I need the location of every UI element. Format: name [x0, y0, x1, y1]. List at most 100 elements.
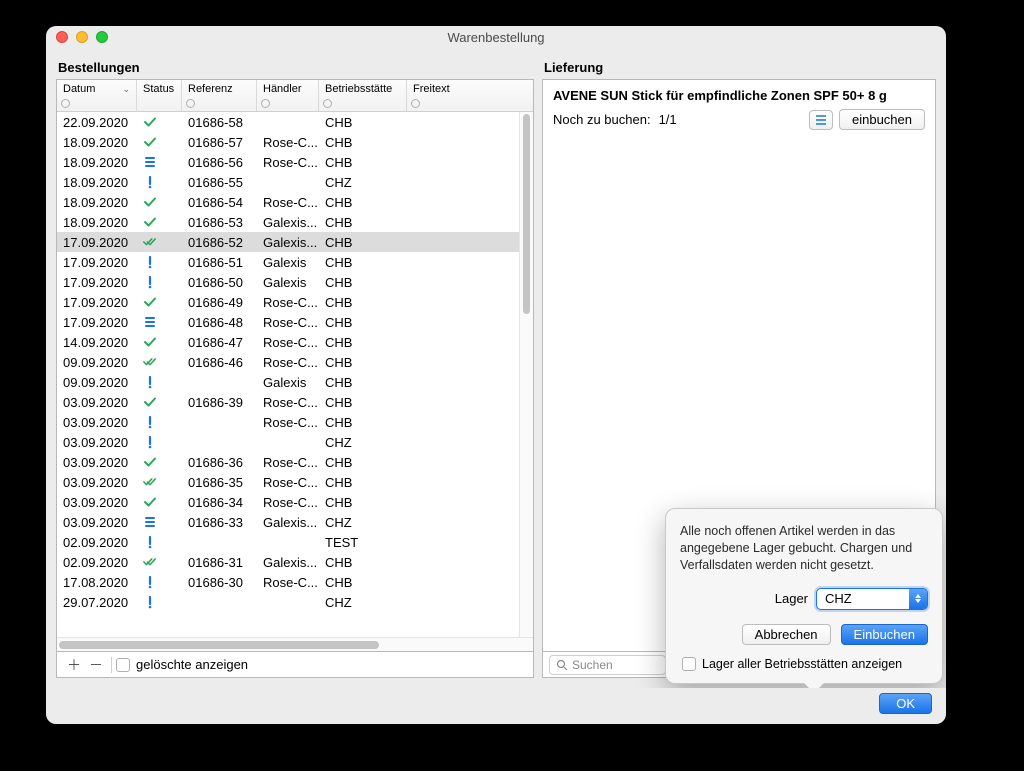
table-row[interactable]: 03.09.202001686-36Rose-C...CHB: [57, 452, 519, 472]
table-row[interactable]: 17.09.202001686-49Rose-C...CHB: [57, 292, 519, 312]
col-header-referenz[interactable]: Referenz: [182, 80, 257, 111]
status-icon: [137, 492, 182, 512]
article-title: AVENE SUN Stick für empfindliche Zonen S…: [553, 88, 925, 103]
orders-table-body: 22.09.202001686-58CHB18.09.202001686-57R…: [57, 112, 533, 637]
table-row[interactable]: 17.09.202001686-50GalexisCHB: [57, 272, 519, 292]
filter-icon[interactable]: [61, 99, 70, 108]
table-row[interactable]: 14.09.202001686-47Rose-C...CHB: [57, 332, 519, 352]
vertical-scrollbar[interactable]: [519, 112, 533, 637]
delivery-panel: Lieferung AVENE SUN Stick für empfindlic…: [542, 54, 936, 678]
table-row[interactable]: 03.09.2020 Rose-C...CHB: [57, 412, 519, 432]
scrollbar-thumb[interactable]: [59, 641, 379, 649]
orders-panel: Bestellungen Datum⌄ Status Referenz: [56, 54, 534, 678]
einbuchen-popover: Alle noch offenen Artikel werden in das …: [665, 508, 943, 684]
cell-referenz: 01686-56: [182, 152, 257, 172]
col-header-haendler[interactable]: Händler: [257, 80, 319, 111]
minimize-icon[interactable]: [76, 31, 88, 43]
confirm-einbuchen-button[interactable]: Einbuchen: [841, 624, 928, 645]
cell-betrieb: CHB: [319, 272, 407, 292]
table-row[interactable]: 03.09.202001686-39Rose-C...CHB: [57, 392, 519, 412]
einbuchen-button[interactable]: einbuchen: [839, 109, 925, 130]
cell-freitext: [407, 432, 519, 452]
cell-referenz: 01686-54: [182, 192, 257, 212]
cell-datum: 18.09.2020: [57, 132, 137, 152]
table-row[interactable]: 03.09.202001686-33Galexis...CHZ: [57, 512, 519, 532]
cell-haendler: Galexis: [257, 372, 319, 392]
cell-referenz: 01686-50: [182, 272, 257, 292]
col-header-freitext[interactable]: Freitext: [407, 80, 533, 111]
table-row[interactable]: 17.08.202001686-30Rose-C...CHB: [57, 572, 519, 592]
horizontal-scrollbar[interactable]: [57, 637, 533, 651]
cell-referenz: 01686-53: [182, 212, 257, 232]
cancel-button[interactable]: Abbrechen: [742, 624, 831, 645]
cell-betrieb: CHB: [319, 412, 407, 432]
cell-betrieb: CHB: [319, 312, 407, 332]
table-row[interactable]: 09.09.202001686-46Rose-C...CHB: [57, 352, 519, 372]
add-button[interactable]: ＋: [63, 655, 85, 675]
table-row[interactable]: 29.07.2020CHZ: [57, 592, 519, 612]
table-row[interactable]: 17.09.202001686-48Rose-C...CHB: [57, 312, 519, 332]
table-row[interactable]: 17.09.202001686-52Galexis...CHB: [57, 232, 519, 252]
table-row[interactable]: 03.09.202001686-35Rose-C...CHB: [57, 472, 519, 492]
col-header-status[interactable]: Status: [137, 80, 182, 111]
lager-select[interactable]: CHZ: [816, 588, 928, 610]
status-icon: [137, 132, 182, 152]
table-row[interactable]: 02.09.202001686-31Galexis...CHB: [57, 552, 519, 572]
list-icon-button[interactable]: [809, 110, 833, 130]
show-deleted-toggle[interactable]: gelöschte anzeigen: [116, 657, 248, 672]
cell-betrieb: CHB: [319, 292, 407, 312]
filter-icon[interactable]: [186, 99, 195, 108]
cell-datum: 14.09.2020: [57, 332, 137, 352]
search-input[interactable]: Suchen: [549, 655, 666, 675]
checkbox-icon[interactable]: [116, 658, 130, 672]
show-all-lager-toggle[interactable]: Lager aller Betriebsstätten anzeigen: [682, 657, 928, 671]
zoom-icon[interactable]: [96, 31, 108, 43]
table-row[interactable]: 18.09.202001686-54Rose-C...CHB: [57, 192, 519, 212]
table-row[interactable]: 18.09.202001686-57Rose-C...CHB: [57, 132, 519, 152]
table-row[interactable]: 09.09.2020GalexisCHB: [57, 372, 519, 392]
cell-referenz: [182, 412, 257, 432]
cell-datum: 18.09.2020: [57, 172, 137, 192]
filter-icon[interactable]: [323, 99, 332, 108]
orders-footer: ＋ － gelöschte anzeigen: [56, 652, 534, 678]
orders-table: Datum⌄ Status Referenz Händler: [56, 79, 534, 652]
cell-haendler: Galexis...: [257, 232, 319, 252]
table-row[interactable]: 17.09.202001686-51GalexisCHB: [57, 252, 519, 272]
cell-betrieb: CHZ: [319, 512, 407, 532]
cell-datum: 18.09.2020: [57, 212, 137, 232]
table-row[interactable]: 18.09.202001686-56Rose-C...CHB: [57, 152, 519, 172]
cell-haendler: Rose-C...: [257, 492, 319, 512]
cell-referenz: 01686-46: [182, 352, 257, 372]
cell-referenz: 01686-52: [182, 232, 257, 252]
cell-referenz: 01686-47: [182, 332, 257, 352]
col-header-datum[interactable]: Datum⌄: [57, 80, 137, 111]
cell-datum: 18.09.2020: [57, 152, 137, 172]
table-row[interactable]: 18.09.202001686-55CHZ: [57, 172, 519, 192]
cell-haendler: Rose-C...: [257, 412, 319, 432]
cell-betrieb: CHB: [319, 332, 407, 352]
table-row[interactable]: 22.09.202001686-58CHB: [57, 112, 519, 132]
table-row[interactable]: 02.09.2020TEST: [57, 532, 519, 552]
to-book-label: Noch zu buchen:: [553, 112, 651, 127]
scrollbar-thumb[interactable]: [523, 114, 530, 314]
cell-freitext: [407, 472, 519, 492]
cell-referenz: [182, 432, 257, 452]
status-icon: [137, 112, 182, 132]
table-row[interactable]: 03.09.2020CHZ: [57, 432, 519, 452]
cell-freitext: [407, 392, 519, 412]
table-row[interactable]: 18.09.202001686-53Galexis...CHB: [57, 212, 519, 232]
checkbox-icon[interactable]: [682, 657, 696, 671]
filter-icon[interactable]: [411, 99, 420, 108]
cell-datum: 03.09.2020: [57, 512, 137, 532]
cell-freitext: [407, 172, 519, 192]
remove-button[interactable]: －: [85, 655, 107, 675]
cell-freitext: [407, 232, 519, 252]
filter-icon[interactable]: [261, 99, 270, 108]
cell-referenz: 01686-49: [182, 292, 257, 312]
cell-datum: 03.09.2020: [57, 412, 137, 432]
col-header-betrieb[interactable]: Betriebsstätte: [319, 80, 407, 111]
cell-freitext: [407, 292, 519, 312]
table-row[interactable]: 03.09.202001686-34Rose-C...CHB: [57, 492, 519, 512]
close-icon[interactable]: [56, 31, 68, 43]
ok-button[interactable]: OK: [879, 693, 932, 714]
